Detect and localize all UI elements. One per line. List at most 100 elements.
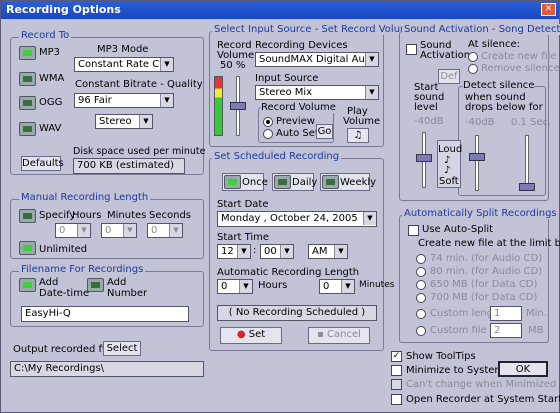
record-volume-box-title: Record Volume [261, 102, 336, 113]
add-datetime-label-1: Add [39, 277, 59, 288]
detect-db-track[interactable] [475, 135, 479, 191]
mp3-mode-label: MP3 Mode [97, 44, 149, 55]
time-ampm-select[interactable]: AM ▼ [308, 244, 348, 259]
detect-for-label: for [529, 102, 543, 113]
filename-input[interactable]: EasyHi-Q [21, 306, 189, 322]
cant-change-checkbox[interactable] [391, 379, 402, 390]
loud-soft-box: Loud ♪ ♪ Soft [437, 140, 462, 188]
manual-minutes-select[interactable]: 0 ▼ [101, 223, 137, 238]
format-mp3-button[interactable] [19, 46, 36, 60]
split-74-label: 74 min. (for Audio CD) [430, 253, 543, 264]
split-700-radio[interactable] [416, 293, 426, 303]
bitrate-select[interactable]: 96 Fair ▼ [74, 93, 174, 108]
speaker-icon: ♫ [353, 130, 363, 141]
minimize-tray-checkbox[interactable] [391, 365, 402, 376]
chevron-down-icon: ▼ [239, 280, 252, 293]
recording-options-window: Recording Options ✕ Record To MP3 WMA OG… [0, 0, 560, 413]
manual-hours-select[interactable]: 0 ▼ [55, 223, 91, 238]
mp3-mode-select[interactable]: Constant Rate CBR ▼ [74, 57, 174, 72]
format-wav-label: WAV [39, 123, 62, 134]
detect-db-value: -40dB [465, 117, 495, 128]
split-80-radio[interactable] [416, 267, 426, 277]
time-minute-select[interactable]: 00 ▼ [260, 244, 294, 259]
go-button[interactable]: Go [316, 124, 333, 139]
start-level-slider[interactable] [416, 154, 432, 162]
time-hour-select[interactable]: 12 ▼ [217, 244, 251, 259]
sound-activation-checkbox[interactable] [406, 44, 417, 55]
custom-length-radio[interactable] [416, 309, 426, 319]
split-80-label: 80 min. (for Audio CD) [430, 266, 543, 277]
create-new-radio[interactable] [468, 52, 478, 62]
start-level-label-3: level [414, 102, 438, 113]
weekly-label: Weekly [340, 177, 377, 188]
detect-db-slider[interactable] [469, 153, 485, 161]
custom-length-input[interactable]: 1 [490, 306, 522, 321]
sound-activation-title: Sound Activation - Song Detection [402, 24, 560, 35]
time-colon: : [253, 245, 257, 256]
unlimited-button[interactable] [19, 241, 36, 255]
open-startup-checkbox[interactable] [391, 394, 402, 405]
format-wma-label: WMA [39, 73, 65, 84]
disk-space-value: 700 KB (estimated) [73, 158, 185, 174]
chevron-down-icon: ▼ [123, 224, 136, 237]
auto-minutes-select[interactable]: 0 ▼ [319, 279, 355, 294]
autoset-radio[interactable] [263, 129, 273, 139]
start-date-label: Start Date [217, 199, 269, 210]
custom-size-radio[interactable] [416, 326, 426, 336]
detect-silence-box: Detect silence when sound drops below fo… [458, 80, 551, 196]
start-date-value: Monday , October 24, 2005 [221, 213, 358, 224]
add-number-label-2: Number [107, 288, 148, 299]
filename-group: Filename For Recordings Add Date-time Ad… [10, 264, 204, 327]
chevron-down-icon: ▼ [363, 212, 376, 225]
output-path-field: C:\My Recordings\ [10, 361, 204, 377]
def-button[interactable]: Def [438, 69, 460, 84]
defaults-button[interactable]: Defaults [21, 156, 64, 171]
disk-space-label: Disk space used per minute [73, 146, 206, 157]
input-source-title: Select Input Source - Set Record Volume [212, 24, 418, 35]
devices-label: Recording Devices [255, 40, 348, 51]
auto-hours-label: Hours [258, 280, 288, 291]
use-auto-split-checkbox[interactable] [408, 225, 419, 236]
format-wma-button[interactable] [19, 72, 36, 86]
split-650-radio[interactable] [416, 280, 426, 290]
split-74-radio[interactable] [416, 254, 426, 264]
remove-silence-radio[interactable] [468, 64, 478, 74]
daily-button[interactable]: Daily [272, 173, 317, 191]
auto-minutes-label: Minutes [359, 280, 395, 290]
device-value: SoundMAX Digital Audio [259, 54, 379, 65]
device-select[interactable]: SoundMAX Digital Audio ▼ [255, 52, 379, 67]
play-volume-button[interactable]: ♫ [347, 128, 369, 143]
format-wav-button[interactable] [19, 122, 36, 136]
minutes-label: Minutes [107, 210, 147, 221]
format-ogg-button[interactable] [19, 96, 36, 110]
cancel-button[interactable]: ▪ Cancel [308, 327, 370, 344]
start-date-picker[interactable]: Monday , October 24, 2005 ▼ [217, 211, 377, 227]
record-volume-slider[interactable] [230, 102, 246, 110]
specify-button[interactable] [19, 209, 36, 223]
set-button[interactable]: ● Set [220, 327, 282, 344]
chevron-down-icon: ▼ [169, 224, 182, 237]
detect-sec-slider[interactable] [519, 183, 535, 191]
scheduled-group: Set Scheduled Recording Once Daily Weekl… [209, 151, 394, 351]
channels-select[interactable]: Stereo ▼ [95, 114, 153, 129]
custom-size-input[interactable]: 2 [490, 323, 522, 338]
scheduled-title: Set Scheduled Recording [212, 151, 342, 162]
bitrate-label: Constant Bitrate - Quality [75, 79, 203, 90]
close-icon[interactable]: ✕ [541, 3, 556, 16]
auto-minutes-value: 0 [323, 281, 330, 292]
auto-hours-select[interactable]: 0 ▼ [217, 279, 253, 294]
once-button[interactable]: Once [222, 173, 268, 191]
ok-button[interactable]: OK [498, 361, 548, 377]
sound-activation-group: Sound Activation - Song Detection Sound … [399, 24, 560, 201]
show-tooltips-checkbox[interactable]: ✓ [391, 351, 402, 362]
input-source-value: Stereo Mix [259, 87, 313, 98]
add-number-button[interactable] [87, 278, 104, 292]
output-select-button[interactable]: Select [103, 341, 141, 356]
manual-seconds-select[interactable]: 0 ▼ [147, 223, 183, 238]
input-source-select[interactable]: Stereo Mix ▼ [255, 85, 379, 100]
add-datetime-button[interactable] [19, 278, 36, 292]
specify-label: Specify [39, 210, 76, 221]
weekly-button[interactable]: Weekly [320, 173, 376, 191]
preview-radio[interactable] [263, 117, 273, 127]
soft-label: Soft [439, 176, 459, 187]
